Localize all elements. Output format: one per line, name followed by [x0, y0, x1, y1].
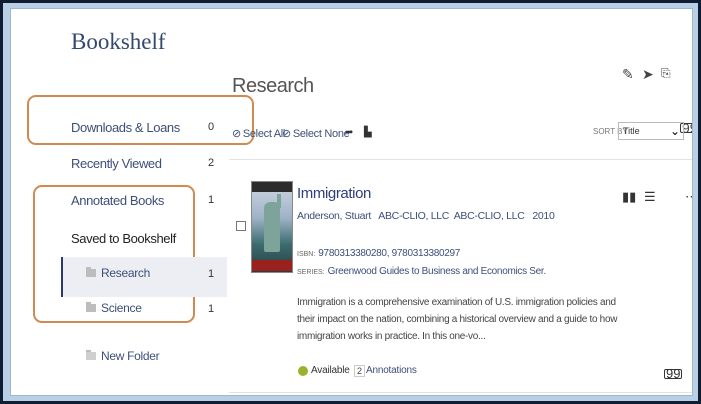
folder-item-science[interactable]: Science	[86, 301, 142, 315]
select-all-button[interactable]: ⊘ Select All	[232, 127, 285, 140]
sort-select[interactable]: Title ⌄	[618, 122, 684, 140]
folder-item-research[interactable]: Research	[86, 266, 150, 280]
availability-status: Available	[311, 365, 350, 376]
chevron-down-icon: ⌄	[669, 124, 680, 138]
folder-count-research: 1	[208, 268, 215, 280]
sidebar-item-recently-viewed[interactable]: Recently Viewed	[71, 156, 162, 171]
annotation-count-badge: 2	[354, 365, 366, 377]
book-title-link[interactable]: Immigration	[297, 185, 371, 202]
series-value[interactable]: Greenwood Guides to Business and Economi…	[328, 266, 547, 277]
edit-icon[interactable]: ✎	[622, 66, 634, 83]
folder-icon	[86, 267, 96, 277]
sidebar-count-recently-viewed: 2	[208, 157, 215, 169]
folder-icon	[86, 302, 96, 312]
divider	[229, 159, 692, 160]
sort-value: Title	[623, 126, 640, 136]
new-folder-button[interactable]: New Folder	[86, 349, 160, 363]
list-icon[interactable]: ☰	[644, 189, 656, 205]
cover-band	[252, 182, 292, 192]
book-authors[interactable]: Anderson, Stuart ABC-CLIO, LLC ABC-CLIO,…	[297, 210, 555, 222]
book-select-checkbox[interactable]	[236, 221, 246, 231]
bookshelf-page: Bookshelf Downloads & Loans 0 Recently V…	[10, 8, 693, 396]
book-series[interactable]: SERIES: Greenwood Guides to Business and …	[297, 266, 546, 277]
sidebar-item-saved-to-bookshelf[interactable]: Saved to Bookshelf	[71, 231, 176, 246]
sidebar-count-annotated: 1	[208, 194, 215, 206]
folder-count-science: 1	[208, 303, 215, 315]
divider	[229, 392, 692, 393]
more-icon[interactable]: ⋯	[685, 189, 692, 205]
book-isbn: ISBN: 9780313380280, 9780313380297	[297, 248, 460, 259]
isbn-value: 9780313380280, 9780313380297	[318, 248, 461, 259]
bookshelf-title: Bookshelf	[71, 29, 166, 54]
cover-statue	[264, 202, 280, 252]
folder-label-research: Research	[101, 266, 150, 280]
annotations-link[interactable]: Annotations	[366, 365, 417, 376]
select-all-label: Select All	[242, 128, 286, 140]
sidebar-count-downloads: 0	[208, 121, 215, 133]
folder-label-science: Science	[101, 301, 142, 315]
sidebar-item-downloads-loans[interactable]: Downloads & Loans	[71, 120, 180, 135]
page-title: Research	[232, 75, 314, 97]
new-folder-icon	[86, 350, 96, 360]
available-status-icon	[298, 366, 308, 376]
send-icon[interactable]: ➤	[642, 66, 654, 83]
read-icon[interactable]: ▮▮	[622, 189, 636, 205]
book-cover-image[interactable]	[251, 181, 293, 273]
select-none-label: Select None	[292, 128, 350, 140]
active-folder-indicator	[61, 257, 63, 297]
sidebar-item-annotated-books[interactable]: Annotated Books	[71, 193, 164, 208]
new-folder-label: New Folder	[101, 349, 160, 363]
isbn-label: ISBN:	[297, 251, 316, 258]
move-arrow-icon[interactable]: ➦	[345, 127, 353, 138]
export-icon[interactable]: ⎘	[661, 66, 671, 81]
book-description: Immigration is a comprehensive examinati…	[297, 297, 618, 342]
select-none-button[interactable]: ⊘ Select None	[282, 127, 350, 140]
series-label: SERIES:	[297, 269, 325, 276]
cover-red-band	[252, 260, 292, 271]
folder-move-icon[interactable]: ▙	[364, 127, 372, 138]
